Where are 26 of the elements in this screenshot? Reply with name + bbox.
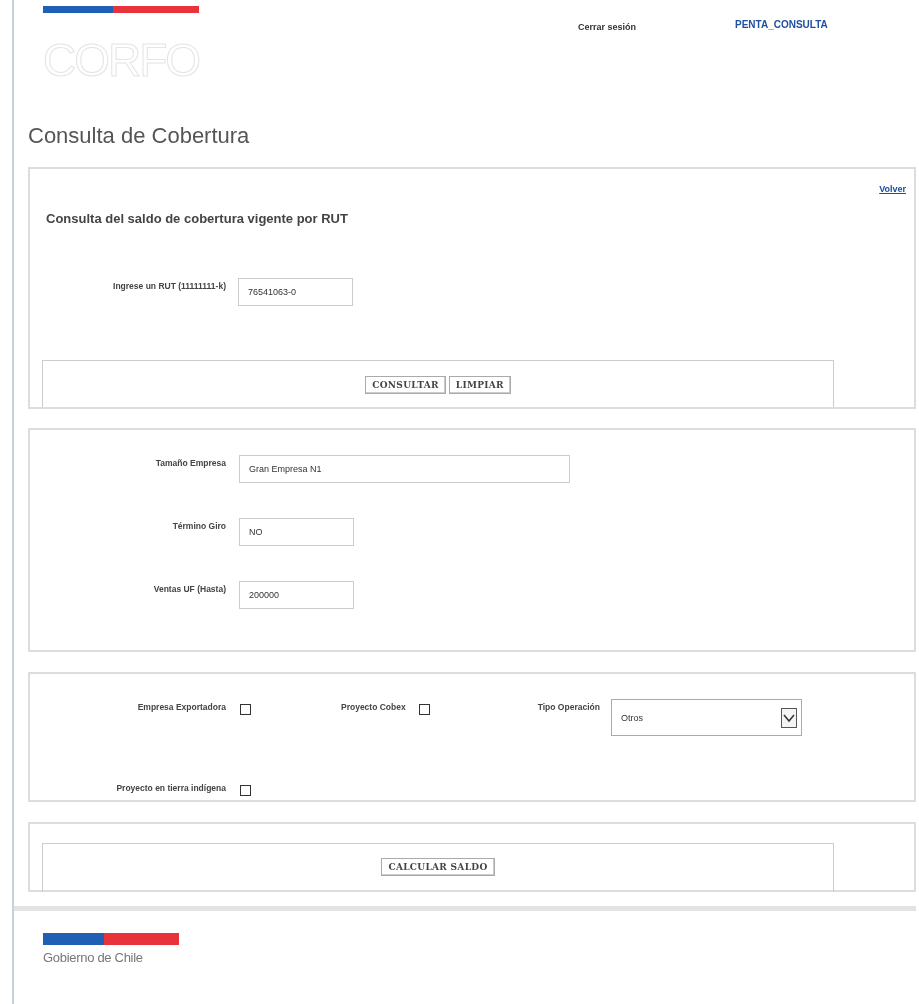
field-label: Ingrese un RUT (11111111-k) bbox=[112, 281, 226, 291]
back-link[interactable]: Volver bbox=[879, 184, 906, 194]
field-label: Tamaño Empresa bbox=[154, 458, 226, 468]
page-title: Consulta de Cobertura bbox=[28, 123, 251, 149]
action-button[interactable]: CONSULTAR bbox=[365, 376, 446, 394]
field-label: Tipo Operación bbox=[537, 702, 600, 712]
section-heading: Consulta del saldo de cobertura vigente por RUT bbox=[45, 210, 349, 226]
footer-logo-text: Gobierno de Chile bbox=[43, 950, 144, 965]
user-name: PENTA_CONSULTA bbox=[735, 19, 828, 30]
checkbox[interactable] bbox=[418, 704, 430, 715]
checkbox-label: Empresa Exportadora bbox=[136, 702, 226, 712]
field-label: Término Giro bbox=[171, 521, 226, 531]
text-field[interactable]: Gran Empresa N1 bbox=[239, 455, 570, 483]
operation-dropdown[interactable]: Otros bbox=[610, 699, 802, 736]
logout-link[interactable]: Cerrar sesión bbox=[578, 22, 735, 32]
checkbox-label: Proyecto en tierra indígena bbox=[115, 783, 226, 793]
field-label: Ventas UF (Hasta) bbox=[152, 584, 226, 594]
calculate-button[interactable]: CALCULAR SALDO bbox=[381, 858, 495, 876]
text-field[interactable]: 200000 bbox=[239, 581, 354, 609]
action-button[interactable]: LIMPIAR bbox=[448, 376, 511, 394]
checkbox[interactable] bbox=[240, 704, 251, 715]
text-field[interactable]: NO bbox=[239, 518, 354, 546]
rut-field[interactable]: 76541063-0 bbox=[238, 278, 353, 306]
checkbox[interactable] bbox=[240, 785, 251, 796]
caret-icon bbox=[780, 707, 797, 728]
checkbox-label: Proyecto Cobex bbox=[341, 702, 406, 712]
